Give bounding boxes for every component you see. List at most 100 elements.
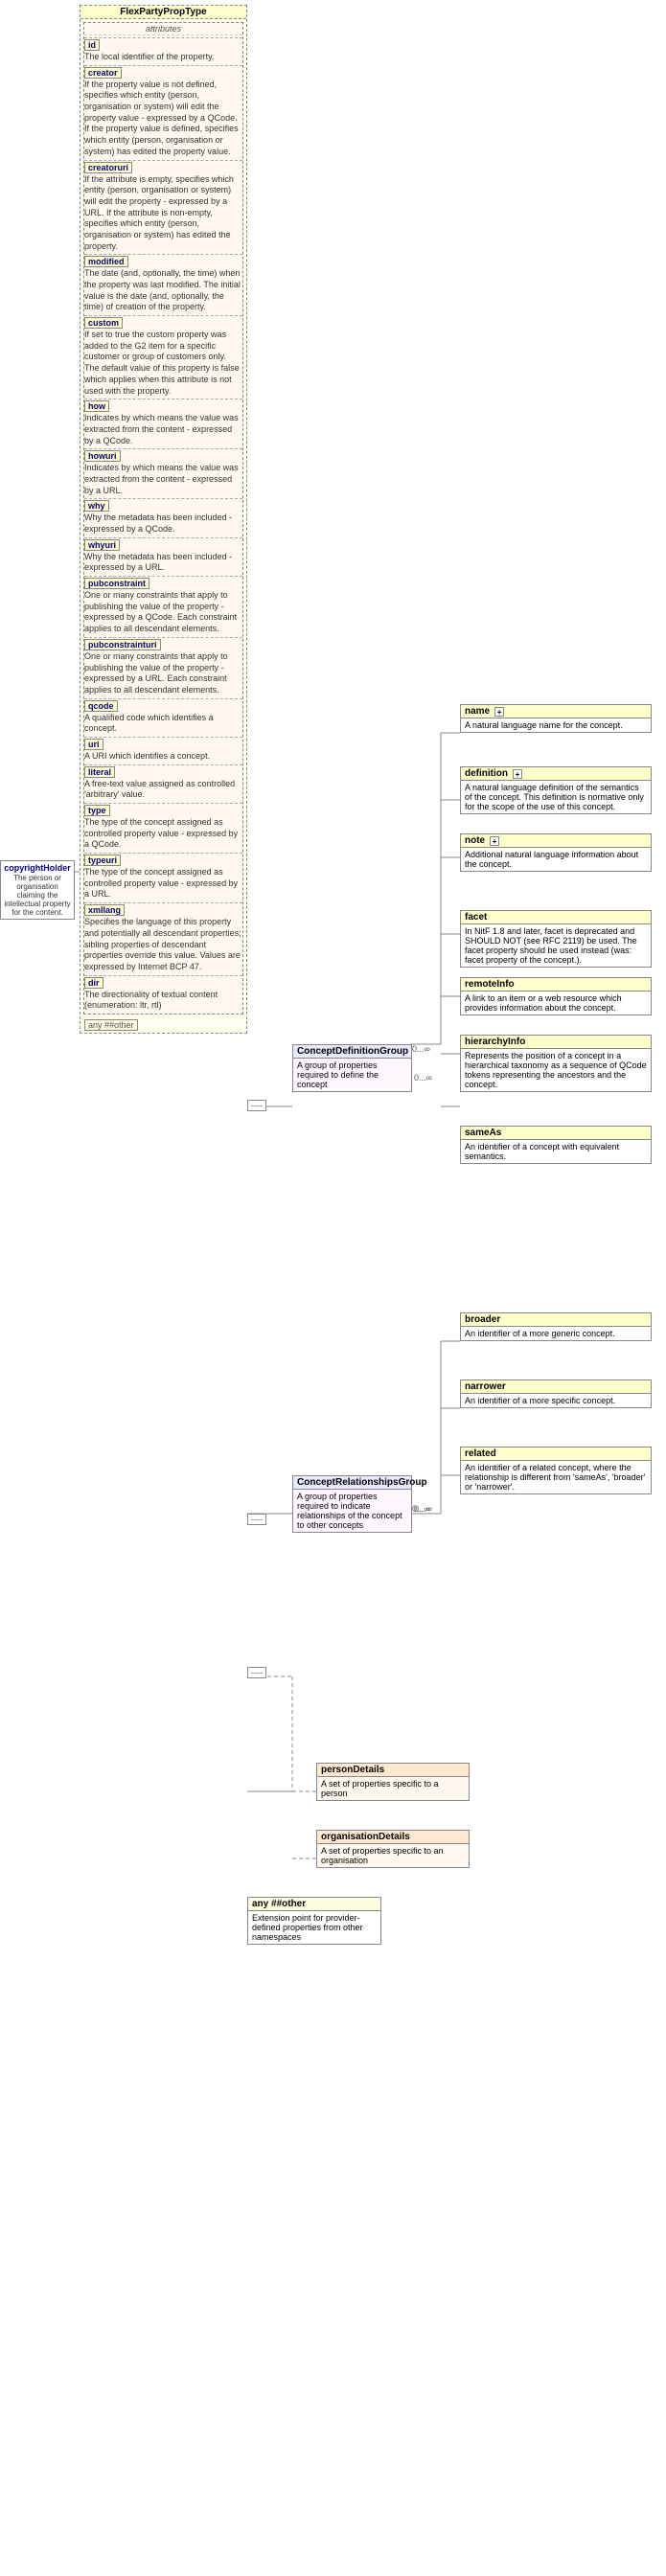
any-other-bottom-title: any ##other: [248, 1898, 380, 1911]
attr-pubconstrainturi-desc: One or many constraints that apply to pu…: [84, 651, 242, 696]
person-details-title: personDetails: [317, 1764, 469, 1777]
attr-why-name: why: [84, 500, 109, 512]
attr-how: how Indicates by which means the value w…: [84, 399, 242, 446]
attr-pubconstraint: pubconstraint One or many constraints th…: [84, 576, 242, 635]
attr-qcode-name: qcode: [84, 700, 118, 712]
any-other-row: any ##other: [80, 1017, 246, 1033]
organisation-details-desc: A set of properties specific to an organ…: [317, 1844, 469, 1867]
attr-how-desc: Indicates by which means the value was e…: [84, 413, 242, 446]
attr-pubconstraint-name: pubconstraint: [84, 578, 149, 589]
organisation-details-title: organisationDetails: [317, 1831, 469, 1844]
attr-why-desc: Why the metadata has been included - exp…: [84, 513, 242, 535]
facet-box: facet In NitF 1.8 and later, facet is de…: [460, 910, 652, 968]
remoteinfo-box-title: remoteInfo: [461, 978, 651, 992]
attr-dir: dir The directionality of textual conten…: [84, 975, 242, 1012]
broader-box: broader An identifier of a more generic …: [460, 1312, 652, 1341]
attr-xmllang: xmllang Specifies the language of this p…: [84, 902, 242, 972]
attr-creatoruri: creatoruri If the attribute is empty, sp…: [84, 160, 242, 253]
definition-expand-icon[interactable]: +: [513, 769, 522, 779]
related-box: related An identifier of a related conce…: [460, 1447, 652, 1494]
attr-uri: uri A URI which identifies a concept.: [84, 737, 242, 763]
attr-qcode-desc: A qualified code which identifies a conc…: [84, 713, 242, 735]
person-details-desc: A set of properties specific to a person: [317, 1777, 469, 1800]
any-other-bottom-box: any ##other Extension point for provider…: [247, 1897, 381, 1945]
sameas-box-title: sameAs: [461, 1127, 651, 1140]
attributes-section: attributes id The local identifier of th…: [83, 22, 243, 1014]
name-box: name + A natural language name for the c…: [460, 704, 652, 733]
note-expand-icon[interactable]: +: [490, 836, 499, 846]
attr-custom-desc: If set to true the custom property was a…: [84, 330, 242, 397]
definition-box-title: definition +: [461, 767, 651, 781]
attr-id: id The local identifier of the property.: [84, 37, 242, 63]
any-other-label: any ##other: [84, 1019, 138, 1031]
note-box: note + Additional natural language infor…: [460, 833, 652, 872]
attr-id-desc: The local identifier of the property.: [84, 52, 242, 63]
related-box-desc: An identifier of a related concept, wher…: [461, 1461, 651, 1493]
attr-howuri-desc: Indicates by which means the value was e…: [84, 463, 242, 496]
attr-literal-desc: A free-text value assigned as controlled…: [84, 779, 242, 801]
attr-type-desc: The type of the concept assigned as cont…: [84, 817, 242, 851]
attr-custom: custom If set to true the custom propert…: [84, 315, 242, 397]
name-expand-icon[interactable]: +: [494, 707, 504, 717]
mult-right-def: 0...∞: [412, 1044, 430, 1054]
narrower-box-desc: An identifier of a more specific concept…: [461, 1394, 651, 1407]
remoteinfo-box: remoteInfo A link to an item or a web re…: [460, 977, 652, 1015]
main-box-title: FlexPartyPropType: [80, 6, 246, 19]
hierarchyinfo-box-title: hierarchyInfo: [461, 1036, 651, 1049]
attr-pubconstraint-desc: One or many constraints that apply to pu…: [84, 590, 242, 635]
note-box-title: note +: [461, 834, 651, 848]
diagram-container: FlexPartyPropType attributes id The loca…: [0, 0, 666, 2576]
copyright-holder-name: copyrightHolder: [3, 863, 72, 873]
person-details-box: personDetails A set of properties specif…: [316, 1763, 470, 1801]
attr-pubconstrainturi-name: pubconstrainturi: [84, 639, 161, 650]
broader-box-desc: An identifier of a more generic concept.: [461, 1327, 651, 1340]
hierarchyinfo-box-desc: Represents the position of a concept in …: [461, 1049, 651, 1091]
organisation-details-box: organisationDetails A set of properties …: [316, 1830, 470, 1868]
narrower-box: narrower An identifier of a more specifi…: [460, 1379, 652, 1408]
attr-creator-name: creator: [84, 67, 122, 79]
connector-person-dots: ----: [247, 1667, 266, 1678]
attr-literal: literal A free-text value assigned as co…: [84, 764, 242, 801]
attr-modified-name: modified: [84, 256, 128, 267]
attr-how-name: how: [84, 400, 109, 412]
concept-relationships-group-title: ConceptRelationshipsGroup: [293, 1476, 411, 1490]
attr-xmllang-desc: Specifies the language of this property …: [84, 917, 242, 972]
attr-creator-desc: If the property value is not defined, sp…: [84, 80, 242, 158]
attr-howuri-name: howuri: [84, 450, 121, 462]
mult-right-rel: 0...∞: [412, 1504, 430, 1514]
connector-left-dots: ----: [247, 1100, 266, 1111]
note-box-desc: Additional natural language information …: [461, 848, 651, 871]
attr-why: why Why the metadata has been included -…: [84, 498, 242, 535]
concept-definition-group-title: ConceptDefinitionGroup: [293, 1045, 411, 1059]
related-box-title: related: [461, 1448, 651, 1461]
hierarchyinfo-box: hierarchyInfo Represents the position of…: [460, 1035, 652, 1092]
copyright-holder-desc: The person or organisation claiming the …: [3, 874, 72, 917]
attr-creatoruri-desc: If the attribute is empty, specifies whi…: [84, 174, 242, 253]
attr-modified-desc: The date (and, optionally, the time) whe…: [84, 268, 242, 313]
any-other-bottom-desc: Extension point for provider-defined pro…: [248, 1911, 380, 1944]
attr-uri-desc: A URI which identifies a concept.: [84, 751, 242, 763]
main-box: FlexPartyPropType attributes id The loca…: [80, 5, 247, 1034]
attr-whyuri-name: whyuri: [84, 539, 120, 551]
concept-definition-mult: 0...∞: [414, 1073, 432, 1083]
attr-typeuri-name: typeuri: [84, 855, 121, 866]
concept-definition-group-desc: A group of properties required to define…: [293, 1059, 411, 1091]
attr-howuri: howuri Indicates by which means the valu…: [84, 448, 242, 496]
copyright-holder-box: copyrightHolder The person or organisati…: [0, 860, 75, 920]
narrower-box-title: narrower: [461, 1380, 651, 1394]
concept-relationships-group-box: ConceptRelationshipsGroup A group of pro…: [292, 1475, 412, 1533]
name-box-title: name +: [461, 705, 651, 718]
attr-type-name: type: [84, 805, 110, 816]
name-box-desc: A natural language name for the concept.: [461, 718, 651, 732]
attributes-label: attributes: [84, 23, 242, 35]
attr-pubconstrainturi: pubconstrainturi One or many constraints…: [84, 637, 242, 696]
attr-type: type The type of the concept assigned as…: [84, 803, 242, 851]
attr-typeuri-desc: The type of the concept assigned as cont…: [84, 867, 242, 900]
attr-xmllang-name: xmllang: [84, 904, 125, 916]
facet-box-title: facet: [461, 911, 651, 924]
attr-dir-desc: The directionality of textual content (e…: [84, 990, 242, 1012]
broader-box-title: broader: [461, 1313, 651, 1327]
attr-dir-name: dir: [84, 977, 103, 989]
concept-relationships-group-desc: A group of properties required to indica…: [293, 1490, 411, 1532]
attr-custom-name: custom: [84, 317, 123, 329]
